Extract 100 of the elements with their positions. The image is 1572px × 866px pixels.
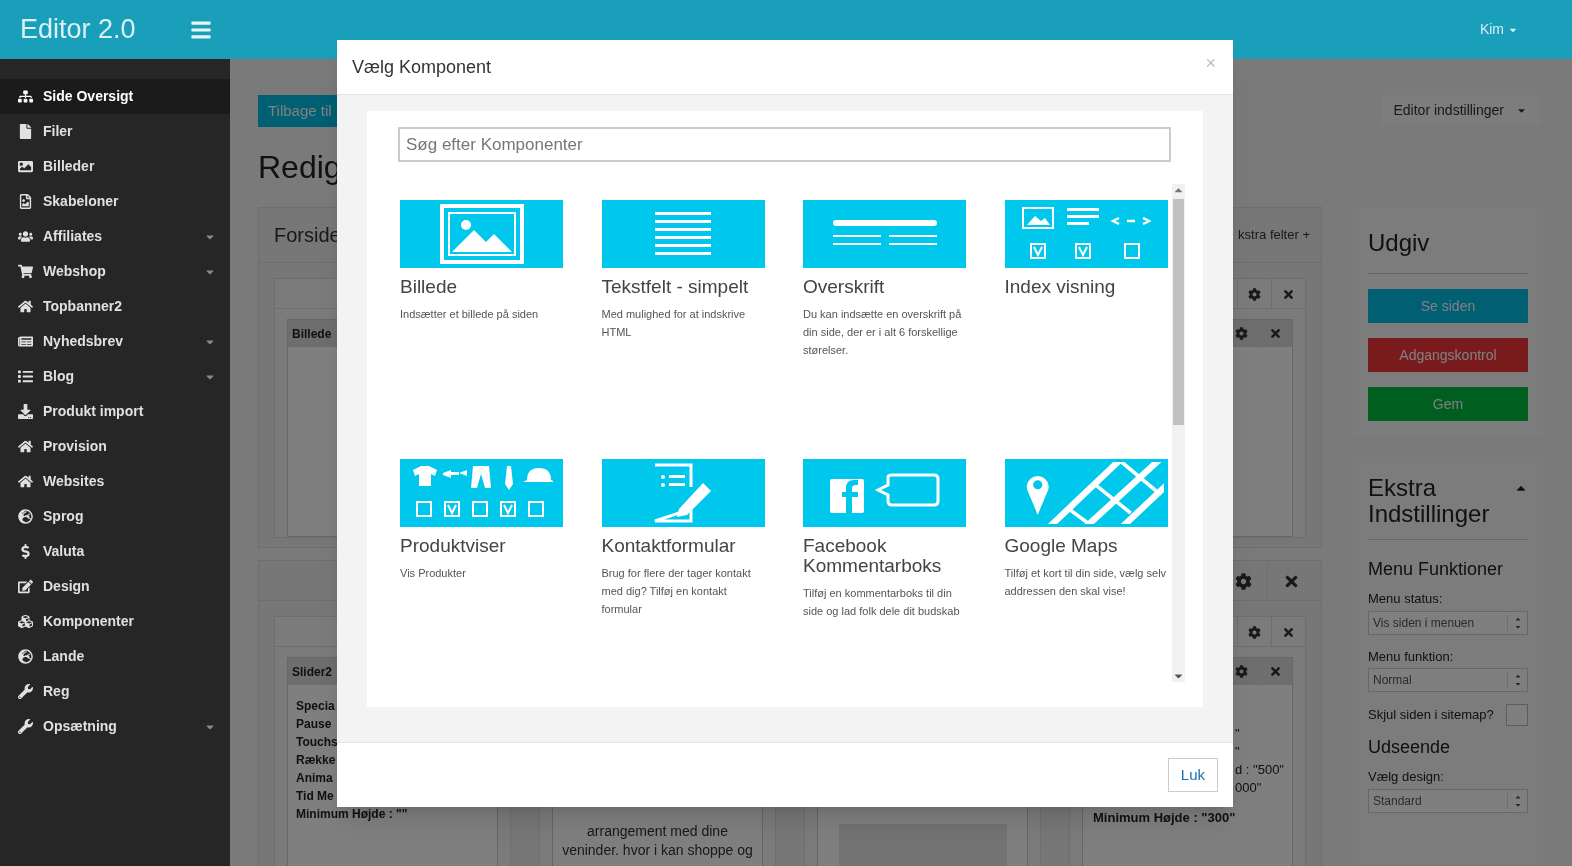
setting-text: 000" — [1235, 779, 1262, 797]
component-description: Med mulighed for at indskrive HTML — [601, 307, 747, 340]
sidebar-item[interactable]: Websites — [0, 464, 230, 499]
component-name: Kontaktformular — [601, 536, 737, 556]
checkbox[interactable] — [1506, 704, 1528, 726]
sidebar-item[interactable]: Affiliates — [0, 219, 230, 254]
app-title: Editor 2.0 — [20, 13, 137, 47]
index-layout-icon — [1021, 206, 1151, 262]
component-name: Billede — [400, 277, 459, 297]
card-title: Forside — [274, 223, 341, 248]
component-description: Brug for flere der tager kontakt med dig? Tilføj en kontakt formular — [601, 566, 752, 617]
section-heading: Udseende — [1368, 736, 1452, 759]
setting-text: Minimum Højde : "" — [296, 806, 409, 823]
close-icon — [1269, 665, 1282, 678]
component-name: Index visning — [1004, 277, 1117, 297]
menu-function-select[interactable]: Normal — [1368, 668, 1528, 692]
field-label: Skjul siden i sitemap? — [1368, 706, 1494, 725]
sidebar-item[interactable]: Komponenter — [0, 604, 230, 639]
component-description: Du kan indsætte en overskrift på din side, der er i alt 6 forskellige størelser. — [803, 307, 963, 358]
dialog-title: Vælg Komponent — [352, 55, 492, 79]
text-lines-icon — [655, 212, 711, 256]
settings-icon — [1235, 665, 1248, 678]
facebook-comment-icon — [829, 473, 940, 513]
component-name: Produktviser — [400, 536, 507, 556]
sidebar-item[interactable]: Skabeloner — [0, 184, 230, 219]
settings-icon — [1248, 287, 1261, 301]
globe-icon — [18, 509, 33, 524]
sidebar-item[interactable]: Design — [0, 569, 230, 604]
edit-icon — [18, 579, 33, 594]
search-field[interactable]: Søg efter Komponenter — [398, 127, 1171, 162]
settings-icon — [1248, 625, 1261, 639]
image-icon — [18, 159, 33, 174]
sidebar-item[interactable]: Topbanner2 — [0, 289, 230, 324]
setting-text: " — [1235, 725, 1240, 743]
design-select[interactable]: Standard — [1368, 788, 1528, 813]
caret-up-icon — [1513, 672, 1522, 680]
wrench-icon — [18, 719, 33, 734]
house-icon — [18, 299, 33, 314]
field-label: Vælg design: — [1368, 768, 1445, 786]
setting-text: Anima — [296, 770, 334, 787]
sidebar-item[interactable]: Provision — [0, 429, 230, 464]
settings-icon — [1235, 572, 1252, 590]
image-file-icon — [18, 194, 33, 209]
setting-text: Minimum Højde : "300" — [1093, 809, 1236, 827]
picture-icon — [439, 204, 524, 264]
close-icon — [1269, 327, 1282, 340]
close-icon — [1282, 625, 1295, 639]
close-dialog-button[interactable]: Luk — [1167, 758, 1218, 792]
setting-text: Specia — [296, 698, 336, 715]
component-card[interactable]: Produktviser Vis Produkter — [400, 459, 563, 718]
setting-text: Touchs — [296, 734, 339, 751]
component-card[interactable]: Index visning — [1004, 200, 1168, 459]
sidebar-item[interactable]: Valuta — [0, 534, 230, 569]
setting-text: Pause — [296, 716, 333, 733]
description-text: veninder. hvor i kan shoppe og — [562, 841, 753, 860]
component-card[interactable]: Tekstfelt - simpelt Med mulighed for at indskrive HTML — [601, 200, 765, 459]
component-title: Billede — [291, 325, 332, 343]
component-title: Slider2 — [291, 663, 333, 681]
sidebar-item[interactable]: Reg — [0, 674, 230, 709]
description-text: arrangement med dine — [587, 822, 728, 841]
component-card[interactable]: Kontaktformular Brug for flere der tager kontakt med dig? Tilføj en kontakt formular — [601, 459, 765, 718]
sidebar-item[interactable]: Produkt import — [0, 394, 230, 429]
field-label: Menu status: — [1368, 590, 1444, 608]
component-card[interactable]: Overskrift Du kan indsætte en overskrift på din side, der er i alt 6 forskellige størelser. — [803, 200, 966, 459]
sidebar-item[interactable]: Lande — [0, 639, 230, 674]
component-card[interactable]: Facebook Kommentarboks Tilføj en kommentarboks til din side og lad folk dele dit budskab — [803, 459, 966, 718]
sidebar-item[interactable]: Nyhedsbrev — [0, 324, 230, 359]
wrench-icon — [18, 684, 33, 699]
sitemap-icon — [18, 89, 33, 104]
scrollbar[interactable] — [1172, 184, 1185, 682]
extra-fields-link[interactable]: kstra felter + — [1238, 225, 1310, 245]
component-description: Indsætter et billede på siden — [400, 307, 540, 322]
scrollbar-thumb[interactable] — [1173, 199, 1184, 425]
setting-text: Tid Me — [296, 788, 335, 805]
sidebar-item[interactable]: Sprog — [0, 499, 230, 534]
sidebar-item[interactable]: Webshop — [0, 254, 230, 289]
component-description: Tilføj et kort til din side, vælg selv addressen den skal vise! — [1004, 566, 1168, 599]
globe-icon — [18, 649, 33, 664]
house-icon — [18, 439, 33, 454]
panel-title: Udgiv — [1368, 225, 1528, 274]
field-label: Menu funktion: — [1368, 647, 1455, 666]
component-description: Vis Produkter — [400, 566, 467, 581]
sidebar-item[interactable]: Billeder — [0, 149, 230, 184]
component-card[interactable]: Billede Indsætter et billede på siden — [400, 200, 563, 459]
component-card[interactable]: Google Maps Tilføj et kort til din side, vælg selv addressen den skal vise! — [1004, 459, 1168, 718]
sidebar-item[interactable]: Filer — [0, 114, 230, 149]
sidebar-item[interactable]: Blog — [0, 359, 230, 394]
caret-down-icon — [1513, 680, 1522, 688]
file-icon — [18, 124, 33, 139]
sidebar-item[interactable]: Opsætning — [0, 709, 230, 744]
component-name: Facebook Kommentarboks — [803, 536, 943, 576]
setting-text: d : "500" — [1235, 761, 1284, 779]
section-heading: Menu Funktioner — [1368, 558, 1505, 581]
list-icon — [18, 369, 33, 384]
house-icon — [18, 474, 33, 489]
component-name: Overskrift — [803, 277, 886, 297]
close-icon — [1282, 287, 1295, 301]
component-name: Tekstfelt - simpelt — [601, 277, 750, 297]
download-icon — [18, 404, 33, 419]
sidebar-item[interactable]: Side Oversigt — [0, 79, 230, 114]
